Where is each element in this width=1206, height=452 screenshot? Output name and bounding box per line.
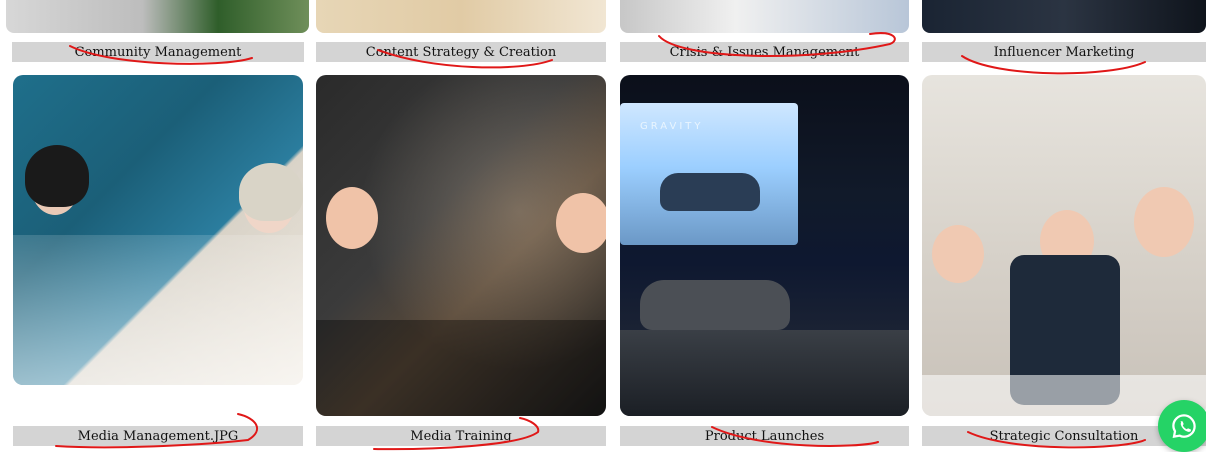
service-image-crisis-management[interactable] <box>620 0 909 33</box>
person-silhouette <box>556 193 606 253</box>
showroom-floor <box>620 330 909 416</box>
service-image-media-training[interactable] <box>316 75 606 416</box>
whatsapp-button[interactable] <box>1158 400 1206 452</box>
service-label-text: Community Management <box>74 44 242 60</box>
person-silhouette <box>932 225 984 283</box>
service-label-media-management[interactable]: Media Management.JPG <box>13 426 303 446</box>
table-area <box>316 320 606 416</box>
person-silhouette <box>1134 187 1194 257</box>
car-on-screen <box>660 173 760 211</box>
service-label-content-strategy[interactable]: Content Strategy & Creation <box>316 42 606 62</box>
service-image-product-launches[interactable]: GRAVITY <box>620 75 909 416</box>
service-label-product-launches[interactable]: Product Launches <box>620 426 909 446</box>
car-display <box>640 280 790 330</box>
display-text: GRAVITY <box>640 121 704 132</box>
service-label-community-management[interactable]: Community Management <box>12 42 304 62</box>
service-label-influencer-marketing[interactable]: Influencer Marketing <box>922 42 1206 62</box>
person-silhouette <box>326 187 378 249</box>
service-label-crisis-management[interactable]: Crisis & Issues Management <box>620 42 909 62</box>
service-image-media-management[interactable] <box>13 75 303 385</box>
service-label-text: Strategic Consultation <box>989 428 1139 444</box>
desk-area <box>13 235 303 385</box>
service-label-text: Media Training <box>410 428 512 444</box>
service-image-influencer-marketing[interactable] <box>922 0 1206 33</box>
service-image-strategic-consultation[interactable] <box>922 75 1206 416</box>
services-grid: Community Management Content Strategy & … <box>0 0 1206 452</box>
service-label-text: Influencer Marketing <box>993 44 1135 60</box>
service-label-text: Product Launches <box>704 428 825 444</box>
service-label-text: Crisis & Issues Management <box>669 44 860 60</box>
display-screen: GRAVITY <box>620 103 798 245</box>
service-label-media-training[interactable]: Media Training <box>316 426 606 446</box>
service-label-text: Media Management.JPG <box>77 428 239 444</box>
whatsapp-icon <box>1172 414 1196 439</box>
hair-silhouette <box>239 163 303 221</box>
service-image-content-strategy[interactable] <box>316 0 606 33</box>
hair-silhouette <box>25 145 89 207</box>
service-image-community-management[interactable] <box>6 0 309 33</box>
service-label-text: Content Strategy & Creation <box>365 44 557 60</box>
